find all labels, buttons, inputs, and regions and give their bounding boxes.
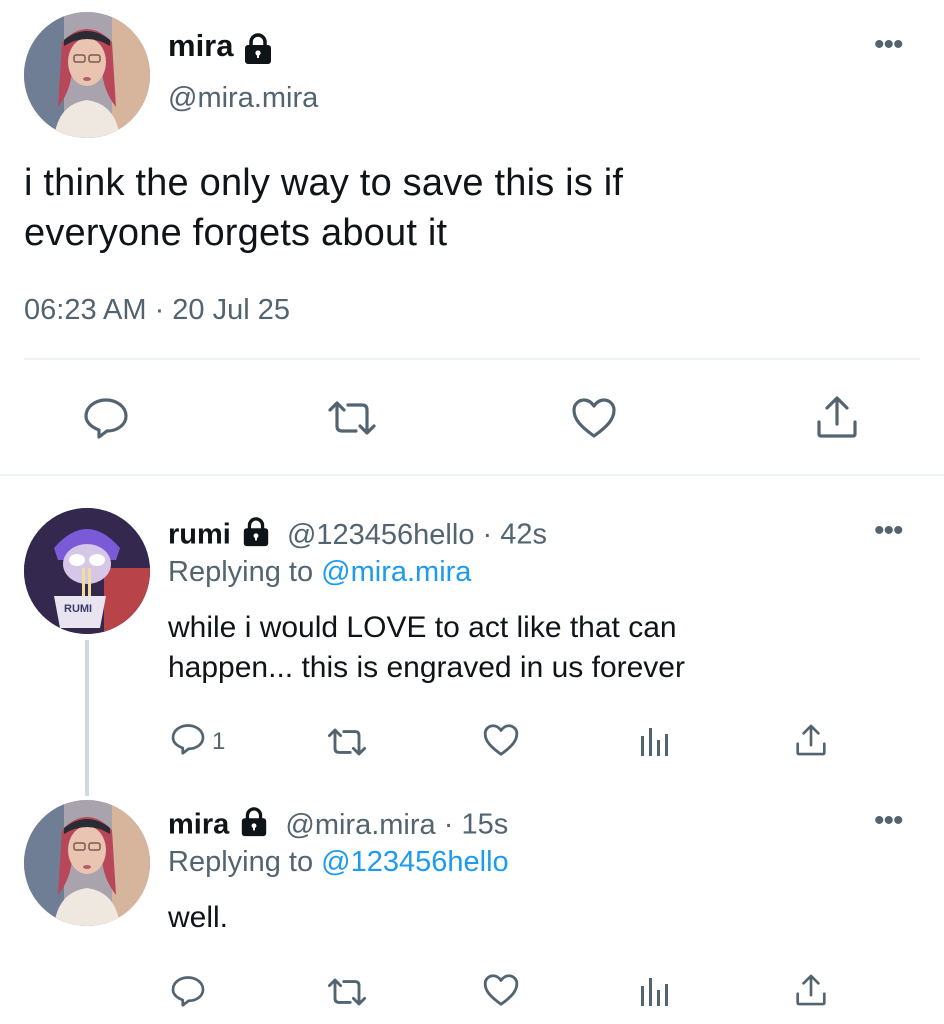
like-icon[interactable] (482, 722, 520, 758)
more-options-icon[interactable]: ••• (874, 30, 903, 60)
reply-1-text: while i would LOVE to act like that can … (168, 608, 908, 688)
like-icon[interactable] (482, 972, 520, 1008)
reply-count: 1 (212, 728, 226, 755)
reply-1-text-line-2: happen... this is engraved in us forever (168, 651, 685, 684)
avatar-rumi-cup-label: RUMI (64, 603, 92, 615)
reply-1-author-name[interactable]: rumi (168, 519, 231, 551)
reply-2-meta: mira @mira.mira · 15s (168, 806, 508, 846)
reply-1-replying-to: Replying to @mira.mira (168, 556, 471, 589)
reply-icon[interactable] (170, 722, 206, 756)
author-name[interactable]: mira (168, 28, 233, 63)
reply-2-time[interactable]: · 15s (444, 809, 508, 841)
avatar-mira[interactable] (24, 12, 150, 138)
reply-1-text-line-1: while i would LOVE to act like that can (168, 611, 677, 644)
divider (24, 358, 920, 360)
author-handle[interactable]: @mira.mira (168, 82, 318, 115)
replying-to-mention[interactable]: @mira.mira (321, 556, 471, 588)
thread-line (85, 640, 89, 796)
reply-1-author-handle[interactable]: @123456hello (287, 519, 474, 551)
replying-to-mention[interactable]: @123456hello (321, 846, 508, 878)
reply-icon[interactable] (170, 974, 206, 1008)
retweet-icon[interactable] (326, 398, 378, 438)
avatar-rumi-image: RUMI (24, 508, 150, 634)
reply-2-author-handle[interactable]: @mira.mira (285, 809, 435, 841)
analytics-icon[interactable] (640, 724, 670, 758)
avatar-mira[interactable] (24, 800, 150, 926)
retweet-icon[interactable] (326, 726, 368, 758)
share-icon[interactable] (814, 394, 860, 440)
author-name-row: mira (168, 28, 274, 71)
reply-1-time[interactable]: · 42s (483, 519, 547, 551)
reply-2-replying-to: Replying to @123456hello (168, 846, 509, 879)
share-icon[interactable] (794, 722, 828, 758)
divider (0, 474, 944, 476)
avatar-mira-image (24, 12, 150, 138)
avatar-mira-image (24, 800, 150, 926)
tweet-text-line-2: everyone forgets about it (24, 212, 448, 254)
tweet-text-line-1: i think the only way to save this is if (24, 162, 624, 204)
analytics-icon[interactable] (640, 974, 670, 1008)
lock-icon (242, 32, 274, 71)
reply-icon[interactable] (82, 396, 130, 440)
reply-2-author-name[interactable]: mira (168, 809, 229, 841)
lock-icon (239, 806, 269, 846)
tweet-timestamp[interactable]: 06:23 AM · 20 Jul 25 (24, 294, 290, 327)
like-icon[interactable] (570, 396, 618, 440)
more-options-icon[interactable]: ••• (874, 516, 903, 546)
lock-icon (241, 516, 271, 556)
reply-2-text: well. (168, 901, 229, 934)
retweet-icon[interactable] (326, 976, 368, 1008)
reply-1-meta: rumi @123456hello · 42s (168, 516, 547, 556)
avatar-rumi[interactable]: RUMI (24, 508, 150, 634)
replying-to-label: Replying to (168, 846, 322, 878)
more-options-icon[interactable]: ••• (874, 806, 903, 836)
share-icon[interactable] (794, 972, 828, 1008)
replying-to-label: Replying to (168, 556, 322, 588)
tweet-text: i think the only way to save this is if … (24, 158, 924, 258)
